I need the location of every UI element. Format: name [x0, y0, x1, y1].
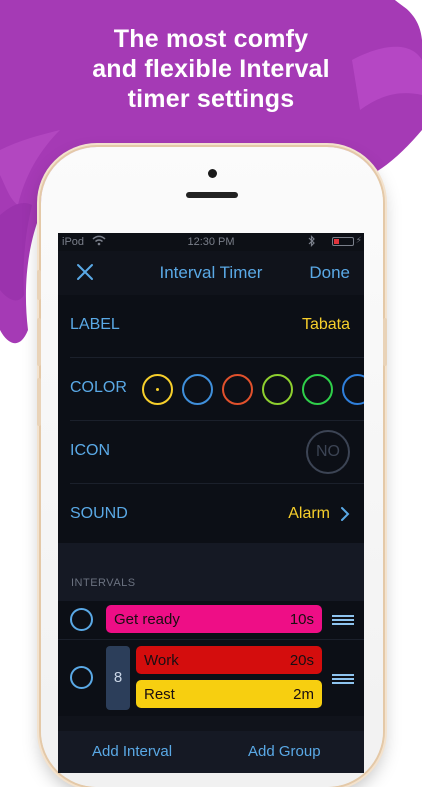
- speaker-grille: [186, 192, 238, 198]
- interval-row[interactable]: Get ready 10s: [58, 601, 364, 639]
- app-screen: iPod 12:30 PM ⚡ Interval Timer Done LABE…: [58, 233, 364, 773]
- drag-handle-icon[interactable]: [332, 674, 354, 684]
- done-button[interactable]: Done: [309, 263, 350, 283]
- color-swatch[interactable]: [182, 374, 213, 405]
- volume-down-button: [37, 318, 41, 366]
- color-row: COLOR: [58, 358, 364, 420]
- selected-dot: [156, 388, 159, 391]
- color-swatch[interactable]: [262, 374, 293, 405]
- bluetooth-icon: [308, 235, 316, 250]
- drag-handle-icon[interactable]: [332, 615, 354, 625]
- interval-group-row[interactable]: 8 Work 20s Rest 2m: [58, 640, 364, 716]
- section-gap: [58, 543, 364, 601]
- group-select-radio[interactable]: [70, 666, 93, 689]
- camera-icon: [208, 169, 217, 178]
- label-value: Tabata: [301, 316, 350, 333]
- color-swatch[interactable]: [342, 374, 364, 405]
- interval-name: Work: [144, 652, 179, 669]
- repeat-count-badge[interactable]: 8: [106, 646, 130, 710]
- intervals-header: INTERVALS: [71, 577, 136, 589]
- power-button: [383, 318, 387, 366]
- add-group-button[interactable]: Add Group: [248, 743, 321, 760]
- interval-select-radio[interactable]: [70, 608, 93, 631]
- interval-pill[interactable]: Work 20s: [136, 646, 322, 674]
- headline-line-3: timer settings: [127, 85, 295, 113]
- interval-pill[interactable]: Rest 2m: [136, 680, 322, 708]
- interval-pill[interactable]: Get ready 10s: [106, 605, 322, 633]
- color-swatch[interactable]: [302, 374, 333, 405]
- charging-icon: ⚡: [355, 235, 362, 245]
- interval-duration: 2m: [293, 686, 314, 703]
- color-swatch[interactable]: [142, 374, 173, 405]
- interval-duration: 20s: [289, 652, 314, 669]
- interval-duration: 10s: [289, 611, 314, 628]
- headline-line-1: The most comfy: [113, 25, 309, 53]
- status-time: 12:30 PM: [187, 236, 235, 248]
- add-actions-row: Add Interval Add Group: [58, 731, 364, 773]
- status-bar: iPod 12:30 PM ⚡: [58, 233, 364, 251]
- settings-section: LABEL Tabata COLOR ICON NO SOUND Alarm: [58, 295, 364, 543]
- icon-title: ICON: [70, 442, 110, 459]
- interval-name: Get ready: [114, 611, 180, 628]
- volume-button-lower: [37, 378, 41, 426]
- interval-name: Rest: [144, 686, 175, 703]
- headline-line-2: and flexible Interval: [92, 55, 330, 83]
- chevron-right-icon: [340, 506, 350, 527]
- battery-icon: [332, 237, 354, 246]
- sound-title: SOUND: [70, 505, 128, 522]
- color-swatch[interactable]: [222, 374, 253, 405]
- label-title: LABEL: [70, 316, 120, 333]
- sound-value: Alarm: [288, 505, 330, 522]
- add-interval-button[interactable]: Add Interval: [92, 743, 172, 760]
- headline: The most comfy and flexible Interval tim…: [0, 24, 422, 114]
- sound-row[interactable]: SOUND Alarm: [58, 484, 364, 546]
- label-row[interactable]: LABEL Tabata: [58, 295, 364, 357]
- navigation-bar: Interval Timer Done: [58, 251, 364, 295]
- color-title: COLOR: [70, 379, 127, 396]
- icon-row[interactable]: ICON NO: [58, 421, 364, 483]
- no-icon-button[interactable]: NO: [306, 430, 350, 474]
- volume-up-button: [37, 270, 41, 300]
